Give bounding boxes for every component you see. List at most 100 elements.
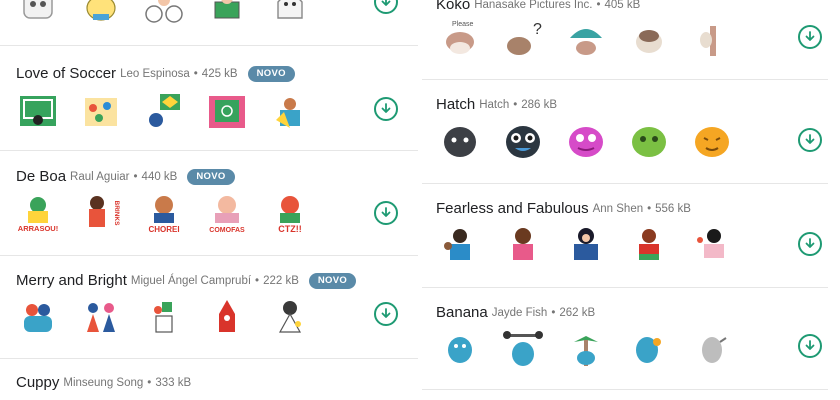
sticker-banana-dance [625, 328, 673, 372]
pack-row[interactable]: De Boa Raul Aguiar • 440 kB NOVO ARRASOU… [0, 151, 418, 256]
pack-title: Love of Soccer [16, 65, 117, 82]
pack-row[interactable]: Fearless and Fabulous Ann Shen • 556 kB [422, 184, 828, 288]
download-icon [805, 340, 815, 350]
sticker-hatch-green [625, 120, 673, 164]
sticker-text: CTZ!! [278, 224, 302, 234]
download-button[interactable] [798, 232, 822, 256]
sticker-text: COMOFAS [209, 227, 245, 234]
sticker-chorei: CHOREI [140, 191, 188, 235]
sticker-store: Love of Soccer Leo Espinosa • 425 kB NOV… [0, 0, 840, 400]
pack-row[interactable]: Merry and Bright Miguel Ángel Camprubí •… [0, 256, 418, 359]
download-icon [805, 31, 815, 41]
pack-title: Fearless and Fabulous [436, 200, 589, 217]
sticker-woman-blue [562, 224, 610, 268]
pack-title: Banana [436, 304, 488, 321]
download-button[interactable] [374, 302, 398, 326]
sticker-woman-pink [499, 224, 547, 268]
sticker-reader [203, 0, 251, 28]
sticker-gray-ghost [266, 0, 314, 28]
pack-author: Miguel Ángel Camprubí [130, 274, 252, 287]
sticker-preview-row: Please ? [436, 18, 736, 62]
pack-row[interactable]: Love of Soccer Leo Espinosa • 425 kB NOV… [0, 46, 418, 151]
pack-row[interactable] [0, 0, 418, 46]
sticker-gift [140, 296, 188, 340]
sticker-preview-row [436, 120, 736, 164]
pack-title: Hatch [436, 96, 476, 113]
pack-title: Merry and Bright [16, 272, 127, 289]
pack-row[interactable]: Hatch Hatch • 286 kB [422, 80, 828, 184]
sticker-koko-question: ? [499, 18, 547, 62]
pack-header: Koko Hanasake Pictures Inc. • 405 kB [436, 0, 640, 13]
pack-header: De Boa Raul Aguiar • 440 kB NOVO [16, 168, 235, 185]
pack-author: Hatch [479, 98, 510, 111]
sticker-hatch-pink [562, 120, 610, 164]
pack-header: Banana Jayde Fish • 262 kB [436, 304, 595, 321]
sticker-koko-peek [688, 18, 736, 62]
sticker-woman-kiss [688, 224, 736, 268]
pack-size: 405 kB [604, 0, 641, 11]
left-pack-list: Love of Soccer Leo Espinosa • 425 kB NOV… [0, 0, 420, 400]
download-icon [381, 308, 391, 318]
sticker-banana-gray [688, 328, 736, 372]
meta-separator: • [133, 170, 138, 183]
meta-separator: • [147, 376, 152, 389]
right-pack-list: Koko Hanasake Pictures Inc. • 405 kB Ple… [420, 0, 840, 400]
sticker-text: Please [452, 21, 474, 28]
sticker-koko-sad [625, 18, 673, 62]
sticker-bike [140, 0, 188, 28]
pack-size: 556 kB [655, 202, 691, 215]
new-badge: NOVO [247, 65, 295, 82]
download-icon [805, 238, 815, 248]
sticker-hatch-black [436, 120, 484, 164]
sticker-text: ARRASOU! [18, 224, 58, 233]
meta-separator: • [513, 98, 518, 111]
pack-author: Leo Espinosa [120, 67, 190, 80]
pack-size: 262 kB [559, 306, 596, 319]
sticker-brinks: BRINKS [77, 191, 125, 235]
download-button[interactable] [374, 0, 398, 14]
pack-header: Merry and Bright Miguel Ángel Camprubí •… [16, 272, 357, 289]
sticker-woman [266, 296, 314, 340]
sticker-preview-row [14, 90, 314, 134]
pack-row[interactable]: Cuppy Minseung Song • 333 kB [0, 359, 418, 400]
sticker-robot [14, 0, 62, 28]
download-icon [381, 0, 391, 6]
sticker-hug [14, 296, 62, 340]
pack-header: Love of Soccer Leo Espinosa • 425 kB NOV… [16, 65, 295, 82]
sticker-comofas: COMOFAS [203, 191, 251, 235]
sticker-preview-row [14, 296, 314, 340]
meta-separator: • [255, 274, 260, 287]
pack-size: 425 kB [201, 67, 238, 80]
download-button[interactable] [798, 334, 822, 358]
meta-separator: • [596, 0, 601, 11]
sticker-text: CHOREI [148, 225, 179, 234]
sticker-arrasou: ARRASOU! [14, 191, 62, 235]
sticker-yellow-bird [77, 0, 125, 28]
download-button[interactable] [374, 97, 398, 121]
sticker-koko-please: Please [436, 18, 484, 62]
download-icon [381, 103, 391, 113]
new-badge: NOVO [308, 272, 357, 289]
sticker-hatch-orange [688, 120, 736, 164]
sticker-santa [203, 296, 251, 340]
sticker-koko-umbrella [562, 18, 610, 62]
pack-size: 222 kB [263, 274, 299, 287]
download-button[interactable] [798, 128, 822, 152]
sticker-ctz: CTZ!! [266, 191, 314, 235]
new-badge: NOVO [187, 168, 235, 185]
meta-separator: • [551, 306, 556, 319]
pack-title: Cuppy [16, 374, 60, 391]
pack-header: Hatch Hatch • 286 kB [436, 96, 557, 113]
sticker-preview-row [436, 328, 736, 372]
pack-row[interactable]: Koko Hanasake Pictures Inc. • 405 kB Ple… [422, 0, 828, 80]
pack-author: Ann Shen [592, 202, 644, 215]
pack-author: Minseung Song [63, 376, 144, 389]
pack-author: Hanasake Pictures Inc. [474, 0, 593, 11]
pack-row[interactable]: Banana Jayde Fish • 262 kB [422, 288, 828, 390]
download-button[interactable] [798, 25, 822, 49]
pack-size: 440 kB [141, 170, 178, 183]
pack-title: Koko [436, 0, 471, 13]
sticker-soccer-cheer [266, 90, 314, 134]
sticker-soccer-field [203, 90, 251, 134]
download-button[interactable] [374, 201, 398, 225]
